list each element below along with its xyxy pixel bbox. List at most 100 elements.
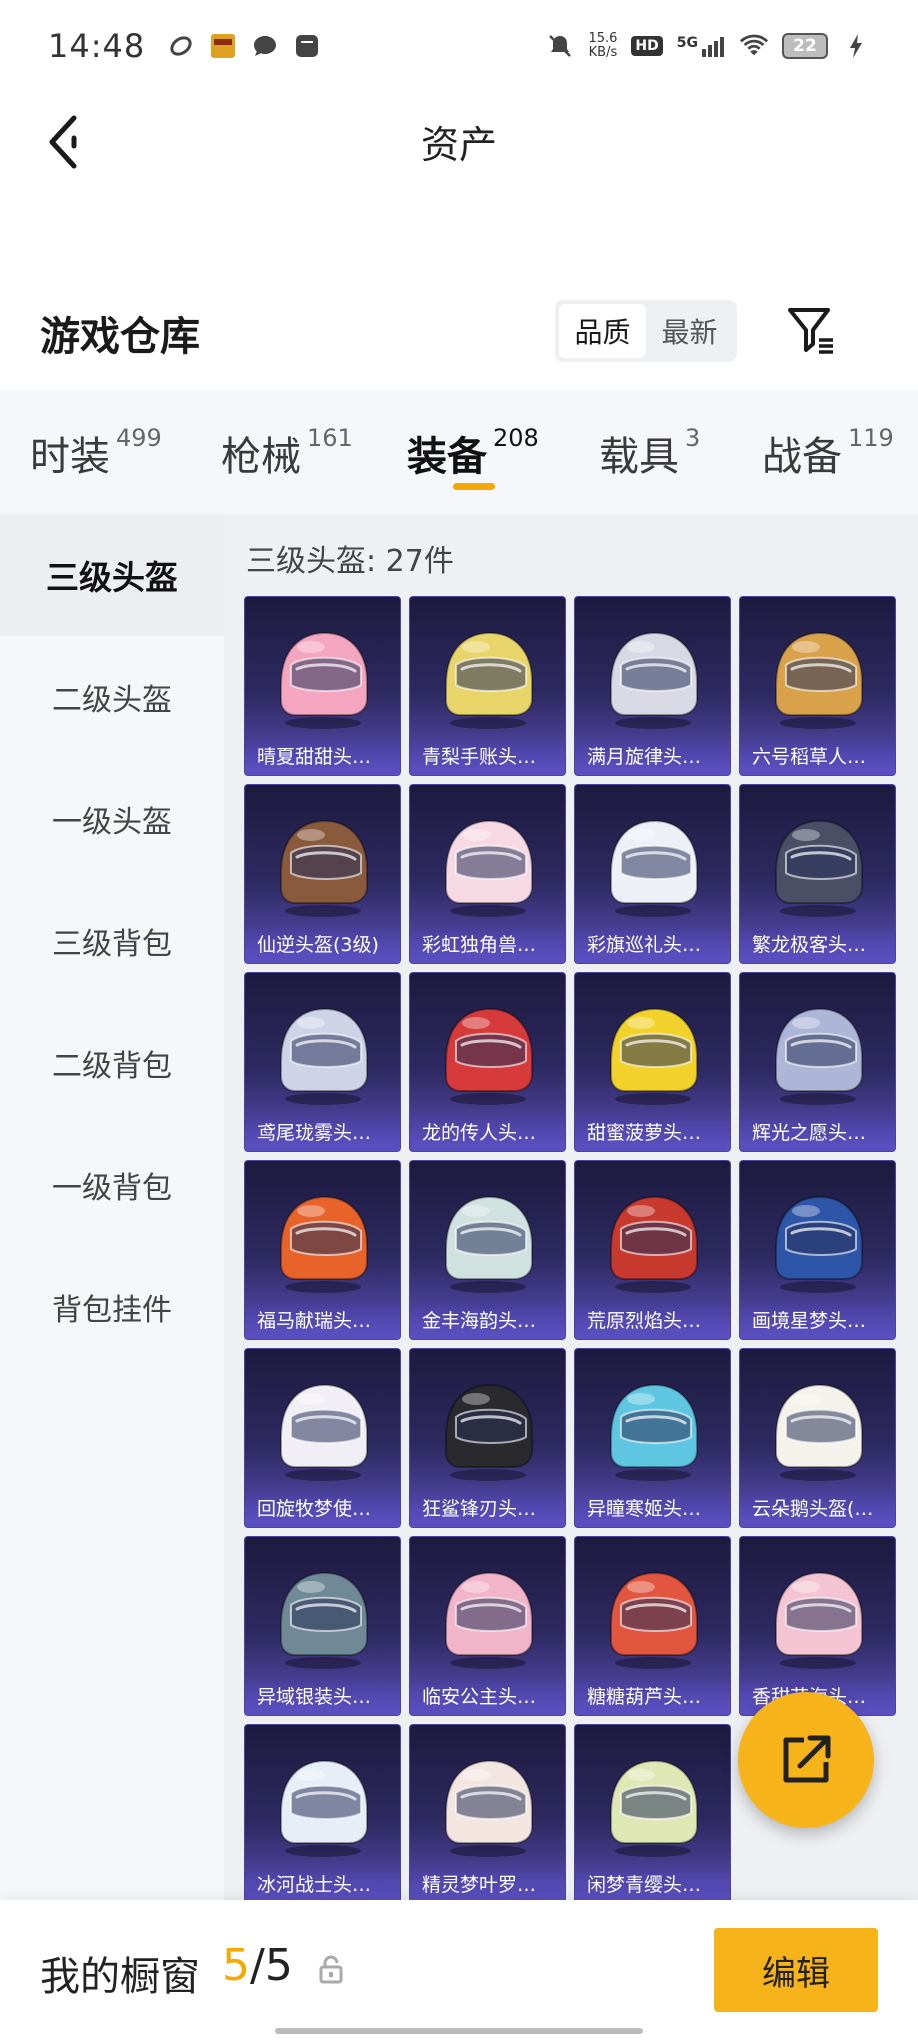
- wifi-icon: [740, 32, 768, 60]
- item-name: 画境星梦头…: [740, 1303, 895, 1339]
- item-card[interactable]: 彩虹独角兽…: [409, 784, 566, 964]
- item-name: 云朵鹅头盔(…: [740, 1491, 895, 1527]
- item-card[interactable]: 狂鲨锋刃头…: [409, 1348, 566, 1528]
- sidebar-item-level1-helmet[interactable]: 一级头盔: [0, 758, 224, 880]
- showcase-count-current: 5: [222, 1940, 250, 1991]
- showcase-count: 5/5: [222, 1940, 293, 1991]
- tab-label: 战备: [762, 434, 842, 480]
- status-notification-icons: [167, 32, 321, 60]
- item-name: 异瞳寒姬头…: [575, 1491, 730, 1527]
- item-name: 青梨手账头…: [410, 739, 565, 775]
- app-notification-icon: [167, 32, 195, 60]
- helmet-icon: [610, 1571, 698, 1669]
- network-speed: 15.6 KB/s: [588, 32, 617, 60]
- tab-count: 119: [848, 424, 894, 452]
- tab-vehicles[interactable]: 载具 3: [599, 424, 700, 484]
- item-card[interactable]: 回旋牧梦使…: [244, 1348, 401, 1528]
- edit-button[interactable]: 编辑: [714, 1928, 878, 2012]
- tab-costume[interactable]: 时装 499: [30, 424, 162, 484]
- item-name: 福马献瑞头…: [245, 1303, 400, 1339]
- sort-newest-option[interactable]: 最新: [646, 304, 733, 358]
- status-bar: 14:48 15.6 KB/s HD 5G 22: [0, 0, 918, 92]
- item-card[interactable]: 香甜花海头…: [739, 1536, 896, 1716]
- item-card[interactable]: 满月旋律头…: [574, 596, 731, 776]
- charging-icon: [842, 32, 870, 60]
- item-name: 回旋牧梦使…: [245, 1491, 400, 1527]
- helmet-icon: [280, 1759, 368, 1857]
- helmet-icon: [775, 1383, 863, 1481]
- sidebar: 三级头盔 二级头盔 一级头盔 三级背包 二级背包 一级背包 背包挂件: [0, 514, 224, 1900]
- helmet-icon: [610, 1195, 698, 1293]
- sidebar-item-level1-backpack[interactable]: 一级背包: [0, 1124, 224, 1246]
- item-card[interactable]: 异域银装头…: [244, 1536, 401, 1716]
- item-card[interactable]: 闲梦青缨头…: [574, 1724, 731, 1900]
- item-card[interactable]: 糖糖葫芦头…: [574, 1536, 731, 1716]
- tab-gear[interactable]: 战备 119: [762, 424, 894, 484]
- item-card[interactable]: 荒原烈焰头…: [574, 1160, 731, 1340]
- item-card[interactable]: 彩旗巡礼头…: [574, 784, 731, 964]
- item-card[interactable]: 辉光之愿头…: [739, 972, 896, 1152]
- items-count-header: 三级头盔: 27件: [246, 544, 454, 579]
- helmet-icon: [775, 1195, 863, 1293]
- item-name: 满月旋律头…: [575, 739, 730, 775]
- sidebar-item-level3-helmet[interactable]: 三级头盔: [0, 514, 224, 636]
- item-name: 龙的传人头…: [410, 1115, 565, 1151]
- sidebar-item-level2-helmet[interactable]: 二级头盔: [0, 636, 224, 758]
- hd-badge: HD: [631, 36, 663, 56]
- item-name: 仙逆头盔(3级): [245, 927, 400, 963]
- helmet-icon: [445, 1571, 533, 1669]
- item-name: 狂鲨锋刃头…: [410, 1491, 565, 1527]
- tab-equipment[interactable]: 装备 208: [407, 424, 539, 484]
- share-button[interactable]: [738, 1692, 874, 1828]
- helmet-icon: [445, 1195, 533, 1293]
- item-name: 晴夏甜甜头…: [245, 739, 400, 775]
- item-card[interactable]: 青梨手账头…: [409, 596, 566, 776]
- item-card[interactable]: 龙的传人头…: [409, 972, 566, 1152]
- item-card[interactable]: 六号稻草人…: [739, 596, 896, 776]
- item-card[interactable]: 云朵鹅头盔(…: [739, 1348, 896, 1528]
- helmet-icon: [445, 819, 533, 917]
- battery-indicator: 22: [782, 33, 828, 59]
- sidebar-item-level2-backpack[interactable]: 二级背包: [0, 1002, 224, 1124]
- item-card[interactable]: 仙逆头盔(3级): [244, 784, 401, 964]
- warehouse-row: 游戏仓库 品质 最新: [0, 290, 918, 370]
- sidebar-item-backpack-charm[interactable]: 背包挂件: [0, 1246, 224, 1368]
- item-card[interactable]: 精灵梦叶罗…: [409, 1724, 566, 1900]
- helmet-icon: [775, 819, 863, 917]
- page-title: 资产: [420, 123, 497, 167]
- warehouse-title: 游戏仓库: [40, 314, 200, 360]
- sort-quality-option[interactable]: 品质: [559, 304, 646, 358]
- message-icon: [251, 32, 279, 60]
- filter-button[interactable]: [784, 300, 840, 360]
- tab-weapons[interactable]: 枪械 161: [221, 424, 353, 484]
- helmet-icon: [610, 1007, 698, 1105]
- tab-count: 3: [685, 424, 701, 452]
- helmet-icon: [445, 1759, 533, 1857]
- helmet-icon: [445, 1383, 533, 1481]
- item-card[interactable]: 晴夏甜甜头…: [244, 596, 401, 776]
- sidebar-item-level3-backpack[interactable]: 三级背包: [0, 880, 224, 1002]
- helmet-icon: [445, 631, 533, 729]
- mute-icon: [546, 32, 574, 60]
- page-header: 资产: [0, 92, 918, 192]
- item-card[interactable]: 金丰海韵头…: [409, 1160, 566, 1340]
- app-badge-icon: [293, 32, 321, 60]
- tab-count: 208: [493, 424, 539, 452]
- helmet-icon: [610, 819, 698, 917]
- item-card[interactable]: 临安公主头…: [409, 1536, 566, 1716]
- item-card[interactable]: 福马献瑞头…: [244, 1160, 401, 1340]
- item-card[interactable]: 异瞳寒姬头…: [574, 1348, 731, 1528]
- helmet-icon: [775, 631, 863, 729]
- item-name: 六号稻草人…: [740, 739, 895, 775]
- item-card[interactable]: 甜蜜菠萝头…: [574, 972, 731, 1152]
- item-card[interactable]: 繁龙极客头…: [739, 784, 896, 964]
- item-name: 精灵梦叶罗…: [410, 1867, 565, 1900]
- status-time: 14:48: [48, 27, 146, 65]
- item-card[interactable]: 鸢尾珑雾头…: [244, 972, 401, 1152]
- helmet-icon: [280, 1007, 368, 1105]
- signal-bars-icon: [702, 37, 724, 57]
- item-name: 闲梦青缨头…: [575, 1867, 730, 1900]
- showcase-bar: 我的橱窗 5/5 编辑: [0, 1900, 918, 2040]
- item-card[interactable]: 画境星梦头…: [739, 1160, 896, 1340]
- item-card[interactable]: 冰河战士头…: [244, 1724, 401, 1900]
